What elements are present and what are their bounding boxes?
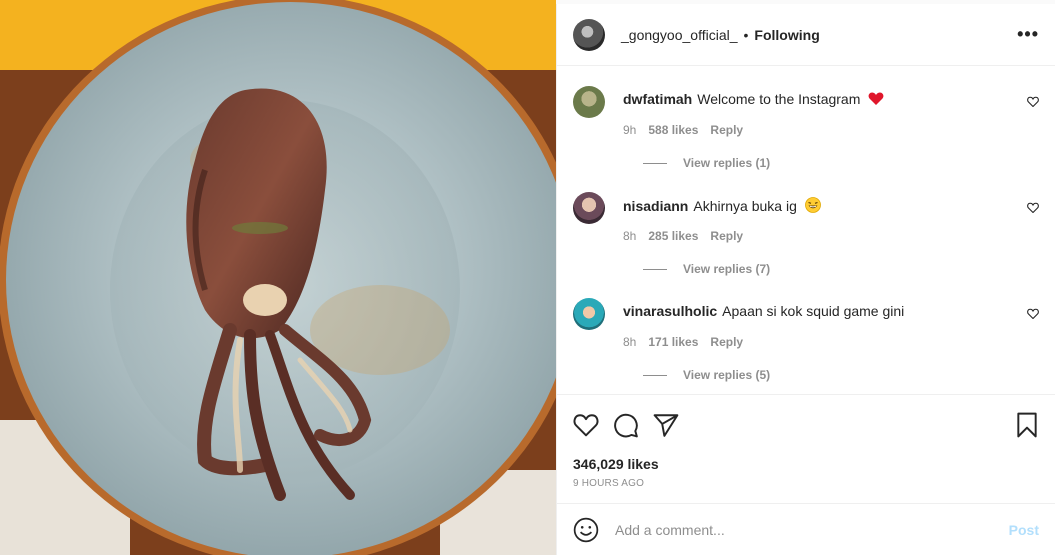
reply-button[interactable]: Reply	[710, 123, 743, 137]
commenter-avatar[interactable]	[573, 192, 605, 224]
replies-divider	[643, 162, 667, 164]
comment-meta: 8h 171 likes Reply	[623, 335, 743, 349]
view-replies-label: View replies (7)	[683, 262, 771, 276]
comment-meta: 9h 588 likes Reply	[623, 123, 743, 137]
post-panel: _gongyoo_official_ • Following ••• dwfat…	[556, 4, 1055, 555]
comment-meta: 8h 285 likes Reply	[623, 229, 743, 243]
like-comment-heart-icon[interactable]	[1027, 306, 1039, 324]
share-paper-plane-icon[interactable]	[653, 413, 679, 437]
comment-body: Akhirnya buka ig	[693, 198, 797, 214]
add-comment-bar: Post	[557, 503, 1055, 555]
view-replies-label: View replies (1)	[683, 156, 771, 170]
grilled-squid-photo	[0, 0, 556, 555]
view-replies-button[interactable]: View replies (7)	[643, 262, 770, 276]
comment-likes[interactable]: 588 likes	[648, 123, 698, 137]
ellipsis-icon[interactable]: •••	[1017, 24, 1039, 45]
view-replies-label: View replies (5)	[683, 368, 771, 382]
comment-text-line: vinarasulholic Apaan si kok squid game gi…	[623, 303, 904, 319]
following-button[interactable]: Following	[754, 27, 819, 43]
post-timestamp[interactable]: 9 HOURS AGO	[557, 474, 1055, 496]
bookmark-icon[interactable]	[1015, 412, 1039, 438]
view-replies-button[interactable]: View replies (1)	[643, 156, 770, 170]
comment-time[interactable]: 8h	[623, 229, 636, 243]
like-comment-heart-icon[interactable]	[1027, 200, 1039, 218]
post-photo[interactable]	[0, 0, 556, 555]
comment-bubble-icon[interactable]	[613, 412, 639, 438]
replies-divider	[643, 374, 667, 376]
commenter-username[interactable]: dwfatimah	[623, 91, 692, 107]
comment-likes[interactable]: 171 likes	[648, 335, 698, 349]
post-comment-button[interactable]: Post	[1009, 522, 1039, 538]
comment-body: Welcome to the Instagram	[697, 91, 861, 107]
comment-text-line: dwfatimah Welcome to the Instagram	[623, 91, 884, 109]
laughing-face-emoji-icon	[804, 197, 821, 216]
comment-time[interactable]: 8h	[623, 335, 636, 349]
reply-button[interactable]: Reply	[710, 229, 743, 243]
red-heart-emoji-icon	[868, 92, 884, 109]
reply-button[interactable]: Reply	[710, 335, 743, 349]
post-likes-count[interactable]: 346,029 likes	[557, 454, 1055, 474]
comment-item: vinarasulholic Apaan si kok squid game gi…	[573, 298, 1039, 404]
view-replies-button[interactable]: View replies (5)	[643, 368, 770, 382]
comments-list: dwfatimah Welcome to the Instagram 9h 588…	[557, 66, 1055, 394]
author-username[interactable]: _gongyoo_official_	[621, 27, 738, 43]
commenter-username[interactable]: nisadiann	[623, 198, 688, 214]
commenter-avatar[interactable]	[573, 86, 605, 118]
comment-text-line: nisadiann Akhirnya buka ig	[623, 197, 821, 216]
comment-input[interactable]	[615, 521, 1009, 538]
commenter-avatar[interactable]	[573, 298, 605, 330]
author-avatar[interactable]	[573, 18, 605, 51]
comment-body: Apaan si kok squid game gini	[722, 303, 905, 319]
post-header: _gongyoo_official_ • Following •••	[557, 4, 1055, 66]
emoji-picker-icon[interactable]	[573, 517, 599, 543]
like-comment-heart-icon[interactable]	[1027, 94, 1039, 112]
commenter-username[interactable]: vinarasulholic	[623, 303, 717, 319]
comment-time[interactable]: 9h	[623, 123, 636, 137]
comment-item: nisadiann Akhirnya buka ig 8h 285 likes R…	[573, 192, 1039, 298]
like-heart-icon[interactable]	[573, 413, 599, 437]
comment-likes[interactable]: 285 likes	[648, 229, 698, 243]
header-separator: •	[743, 26, 749, 43]
comment-item: dwfatimah Welcome to the Instagram 9h 588…	[573, 86, 1039, 192]
replies-divider	[643, 268, 667, 270]
